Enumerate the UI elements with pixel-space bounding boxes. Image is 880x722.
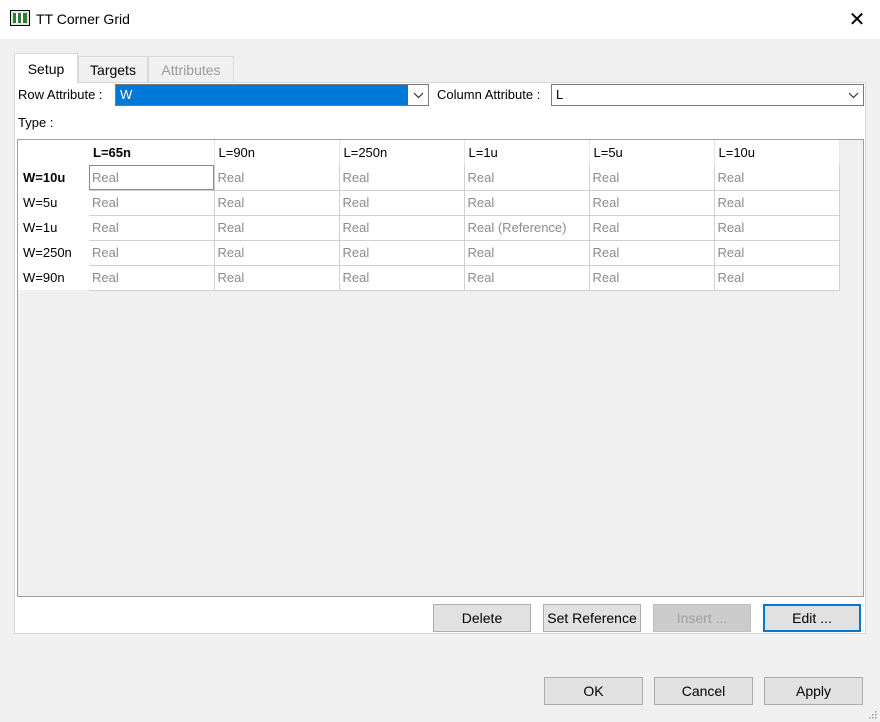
tab-setup[interactable]: Setup [14, 53, 78, 84]
table-row: W=250n Real Real Real Real Real Real [18, 240, 840, 266]
edit-button[interactable]: Edit ... [763, 604, 861, 632]
resize-grip-icon[interactable] [867, 709, 877, 719]
setup-panel: Row Attribute : W Column Attribute : L T… [14, 82, 866, 634]
delete-button[interactable]: Delete [433, 604, 531, 632]
row-header[interactable]: W=5u [18, 190, 89, 215]
grid-cell[interactable]: Real [714, 165, 840, 191]
column-header[interactable]: L=10u [714, 140, 840, 165]
grid-cell[interactable]: Real [89, 165, 215, 191]
grid-cell[interactable]: Real [589, 165, 715, 191]
grid-cell[interactable]: Real [589, 215, 715, 241]
grid-corner [18, 140, 89, 165]
grid-cell[interactable]: Real [464, 240, 590, 266]
row-attribute-label: Row Attribute : [18, 87, 103, 102]
chevron-down-icon[interactable] [843, 85, 863, 105]
grid-cell[interactable]: Real [589, 240, 715, 266]
grid-app-icon [10, 10, 30, 26]
column-attribute-label: Column Attribute : [437, 87, 541, 102]
grid-cell[interactable]: Real [464, 165, 590, 191]
row-header[interactable]: W=1u [18, 215, 89, 240]
grid-cell[interactable]: Real [339, 265, 465, 291]
grid-cell[interactable]: Real [714, 240, 840, 266]
grid-cell[interactable]: Real [214, 265, 340, 291]
row-header[interactable]: W=10u [18, 165, 89, 190]
tab-targets[interactable]: Targets [78, 56, 148, 83]
insert-button: Insert ... [653, 604, 751, 632]
grid-cell[interactable]: Real [714, 215, 840, 241]
grid-cell[interactable]: Real [214, 240, 340, 266]
grid-cell[interactable]: Real [89, 215, 215, 241]
window-title: TT Corner Grid [36, 11, 130, 27]
grid-cell[interactable]: Real [339, 240, 465, 266]
row-header[interactable]: W=90n [18, 265, 89, 290]
column-header-row: L=65n L=90n L=250n L=1u L=5u L=10u [18, 140, 840, 165]
column-header[interactable]: L=65n [89, 140, 215, 165]
grid-cell[interactable]: Real [214, 165, 340, 191]
grid-cell[interactable]: Real [89, 265, 215, 291]
grid-cell[interactable]: Real [89, 240, 215, 266]
close-icon[interactable]: ✕ [834, 0, 880, 39]
row-header[interactable]: W=250n [18, 240, 89, 265]
column-header[interactable]: L=250n [339, 140, 465, 165]
corner-grid: L=65n L=90n L=250n L=1u L=5u L=10u W=10u… [17, 139, 864, 597]
type-label: Type : [18, 115, 54, 130]
corner-grid-table: L=65n L=90n L=250n L=1u L=5u L=10u W=10u… [18, 140, 840, 291]
grid-cell[interactable]: Real [714, 190, 840, 216]
title-bar: TT Corner Grid ✕ [0, 0, 880, 39]
row-attribute-select[interactable]: W [115, 84, 429, 106]
grid-cell[interactable]: Real [89, 190, 215, 216]
grid-cell[interactable]: Real (Reference) [464, 215, 590, 241]
grid-cell[interactable]: Real [464, 265, 590, 291]
column-header[interactable]: L=5u [589, 140, 715, 165]
grid-cell[interactable]: Real [339, 165, 465, 191]
column-attribute-value: L [556, 87, 564, 102]
grid-cell[interactable]: Real [714, 265, 840, 291]
grid-cell[interactable]: Real [589, 190, 715, 216]
apply-button[interactable]: Apply [764, 677, 863, 705]
grid-cell[interactable]: Real [464, 190, 590, 216]
tab-attributes: Attributes [148, 56, 234, 83]
grid-cell[interactable]: Real [589, 265, 715, 291]
grid-cell[interactable]: Real [339, 190, 465, 216]
row-attribute-value: W [116, 85, 408, 105]
column-header[interactable]: L=90n [214, 140, 340, 165]
grid-cell[interactable]: Real [214, 215, 340, 241]
table-row: W=5u Real Real Real Real Real Real [18, 190, 840, 216]
cancel-button[interactable]: Cancel [654, 677, 753, 705]
column-header[interactable]: L=1u [464, 140, 590, 165]
chevron-down-icon[interactable] [408, 85, 428, 105]
table-row: W=10u Real Real Real Real Real Real [18, 165, 840, 191]
set-reference-button[interactable]: Set Reference [543, 604, 641, 632]
table-row: W=90n Real Real Real Real Real Real [18, 265, 840, 291]
column-attribute-select[interactable]: L [551, 84, 864, 106]
ok-button[interactable]: OK [544, 677, 643, 705]
table-row: W=1u Real Real Real Real (Reference) Rea… [18, 215, 840, 241]
grid-cell[interactable]: Real [214, 190, 340, 216]
grid-cell[interactable]: Real [339, 215, 465, 241]
